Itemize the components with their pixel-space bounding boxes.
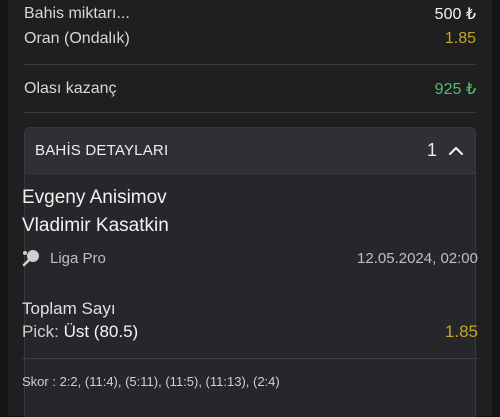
pick-odds: 1.85	[444, 322, 478, 341]
bet-details-header-right: 1	[427, 140, 465, 161]
league-info: Liga Pro	[22, 249, 106, 267]
match-datetime: 12.05.2024, 02:00	[357, 249, 478, 267]
pick-selection: Pick: Üst (80.5)	[22, 322, 138, 342]
odds-value: 1.85	[444, 30, 476, 47]
odds-row: Oran (Ondalık) 1.85	[24, 30, 476, 48]
score-line: Skor : 2:2, (11:4), (5:11), (11:5), (11:…	[22, 374, 280, 389]
bet-slip-panel: Bahis miktarı... 500 ₺ Oran (Ondalık) 1.…	[8, 0, 492, 417]
league-row: Liga Pro 12.05.2024, 02:00	[22, 249, 478, 267]
score-label: Skor :	[22, 374, 56, 389]
bet-details-header[interactable]: BAHİS DETAYLARI 1	[25, 128, 475, 174]
summary-divider	[24, 64, 476, 65]
pick-value: Üst (80.5)	[63, 322, 139, 341]
payout-value: 925 ₺	[434, 81, 476, 98]
odds-label: Oran (Ondalık)	[24, 30, 130, 47]
stake-row: Bahis miktarı... 500 ₺	[24, 4, 476, 24]
pick-key: Pick:	[22, 322, 59, 341]
chevron-up-icon[interactable]	[447, 142, 465, 160]
bet-count: 1	[426, 140, 437, 160]
market-name: Toplam Sayı	[22, 299, 116, 318]
bet-details-title: BAHİS DETAYLARI	[35, 142, 169, 159]
team-away: Vladimir Kasatkin	[22, 215, 169, 236]
team-home: Evgeny Anisimov	[22, 187, 167, 208]
payout-row: Olası kazanç 925 ₺	[24, 79, 476, 99]
score-divider	[22, 358, 478, 359]
payout-divider	[24, 112, 476, 113]
stake-label: Bahis miktarı...	[24, 5, 130, 22]
pick-row: Pick: Üst (80.5) 1.85	[22, 322, 478, 342]
payout-label: Olası kazanç	[24, 80, 117, 97]
score-value: 2:2, (11:4), (5:11), (11:5), (11:13), (2…	[59, 374, 280, 389]
league-name: Liga Pro	[50, 249, 106, 267]
stake-value: 500 ₺	[434, 6, 476, 23]
table-tennis-icon	[22, 249, 40, 267]
